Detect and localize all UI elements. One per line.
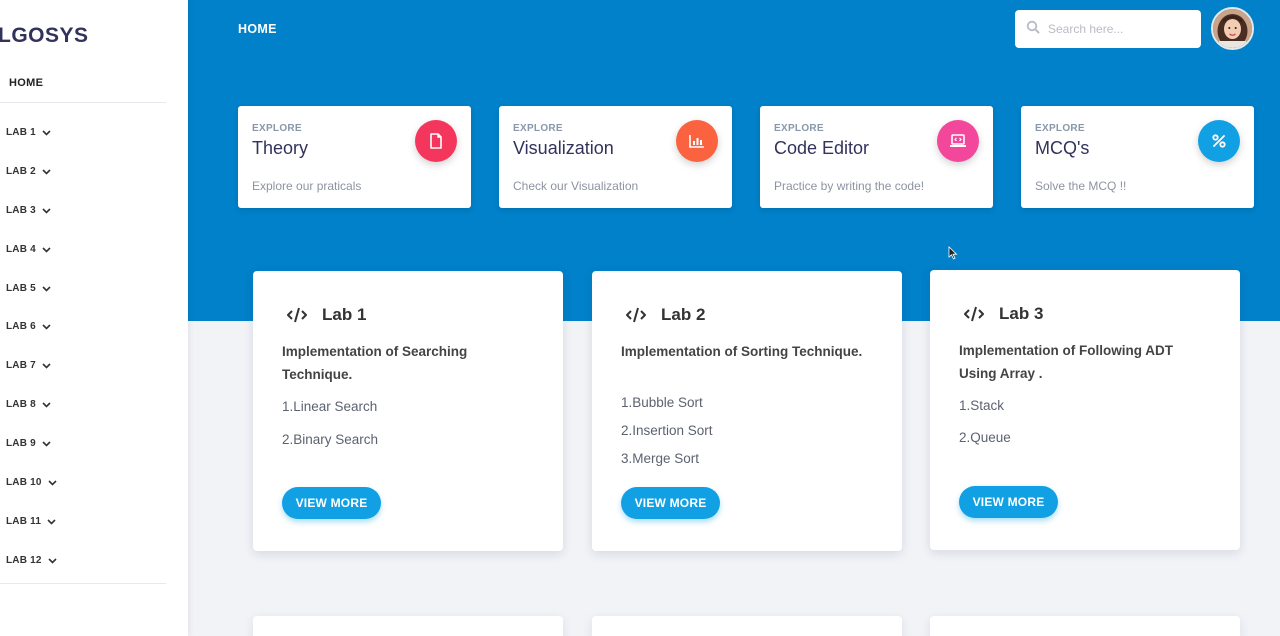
view-more-button[interactable]: VIEW MORE: [621, 487, 720, 519]
lab-topic: 1.Bubble Sort: [621, 395, 703, 410]
lab-card-3: Lab 3 Implementation of Following ADT Us…: [930, 270, 1240, 550]
chevron-down-icon: [47, 555, 58, 566]
sidebar-item-lab-6[interactable]: LAB 6: [6, 307, 58, 346]
chevron-down-icon: [41, 127, 52, 138]
stat-subtitle: Practice by writing the code!: [774, 179, 925, 193]
stat-eyebrow: EXPLORE: [252, 123, 302, 134]
laptop-code-icon: [937, 120, 979, 162]
sidebar-item-lab-5[interactable]: LAB 5: [6, 269, 58, 308]
stat-card-code-editor[interactable]: EXPLORE Code Editor Practice by writing …: [760, 106, 993, 208]
sidebar-item-label: LAB 4: [6, 243, 36, 255]
sidebar-item-label: LAB 8: [6, 399, 36, 411]
view-more-button[interactable]: VIEW MORE: [959, 486, 1058, 518]
sidebar-divider: [0, 102, 166, 103]
sidebar-divider: [0, 583, 166, 584]
code-icon: [287, 307, 307, 323]
stat-card-theory[interactable]: EXPLORE Theory Explore our praticals: [238, 106, 471, 208]
stat-card-mcq[interactable]: EXPLORE MCQ's Solve the MCQ !!: [1021, 106, 1254, 208]
lab-card-partial: [592, 616, 902, 636]
sidebar-lab-list: LAB 1 LAB 2 LAB 3 LAB 4 LAB 5 LAB 6 LAB …: [6, 113, 58, 580]
sidebar-item-lab-12[interactable]: LAB 12: [6, 541, 58, 580]
lab-topic: 2.Queue: [959, 430, 1011, 445]
sidebar-item-lab-9[interactable]: LAB 9: [6, 424, 58, 463]
search-input[interactable]: [1048, 22, 1188, 36]
breadcrumb[interactable]: HOME: [238, 22, 277, 36]
stat-eyebrow: EXPLORE: [1035, 123, 1085, 134]
chevron-down-icon: [41, 205, 52, 216]
sidebar-item-label: LAB 12: [6, 554, 42, 566]
sidebar-item-label: LAB 6: [6, 321, 36, 333]
sidebar-item-label: LAB 3: [6, 204, 36, 216]
sidebar-item-lab-3[interactable]: LAB 3: [6, 191, 58, 230]
lab-card-header: Lab 1: [287, 305, 366, 325]
view-more-button[interactable]: VIEW MORE: [282, 487, 381, 519]
sidebar-item-label: LAB 1: [6, 126, 36, 138]
chevron-down-icon: [41, 321, 52, 332]
sidebar-item-lab-10[interactable]: LAB 10: [6, 463, 58, 502]
percent-icon: [1198, 120, 1240, 162]
document-icon: [415, 120, 457, 162]
sidebar-item-lab-7[interactable]: LAB 7: [6, 346, 58, 385]
stat-card-visualization[interactable]: EXPLORE Visualization Check our Visualiz…: [499, 106, 732, 208]
chevron-down-icon: [41, 244, 52, 255]
chevron-down-icon: [47, 477, 58, 488]
lab-topic: 2.Insertion Sort: [621, 423, 713, 438]
lab-topic: 1.Stack: [959, 398, 1005, 413]
avatar[interactable]: [1211, 7, 1254, 50]
chevron-down-icon: [41, 283, 52, 294]
sidebar-item-label: LAB 5: [6, 282, 36, 294]
sidebar: LGOSYS HOME LAB 1 LAB 2 LAB 3 LAB 4 LAB …: [0, 0, 188, 636]
mouse-cursor-icon: [948, 246, 958, 260]
code-icon: [964, 306, 984, 322]
lab-description: Implementation of Following ADT Using Ar…: [959, 343, 1173, 381]
sidebar-item-label: LAB 11: [6, 515, 42, 527]
lab-topic: 2.Binary Search: [282, 432, 379, 447]
stat-eyebrow: EXPLORE: [513, 123, 563, 134]
chevron-down-icon: [41, 399, 52, 410]
sidebar-item-label: LAB 9: [6, 438, 36, 450]
lab-title: Lab 1: [322, 305, 367, 324]
sidebar-item-home[interactable]: HOME: [9, 77, 43, 89]
lab-title: Lab 2: [661, 305, 706, 324]
sidebar-item-lab-2[interactable]: LAB 2: [6, 152, 58, 191]
sidebar-item-label: LAB 7: [6, 360, 36, 372]
stat-eyebrow: EXPLORE: [774, 123, 824, 134]
code-icon: [626, 307, 646, 323]
lab-card-2: Lab 2 Implementation of Sorting Techniqu…: [592, 271, 902, 551]
lab-card-header: Lab 3: [964, 304, 1043, 324]
sidebar-item-lab-8[interactable]: LAB 8: [6, 385, 58, 424]
lab-description: Implementation of Searching Technique.: [282, 344, 468, 382]
stat-subtitle: Solve the MCQ !!: [1035, 179, 1127, 193]
lab-card-partial: [930, 616, 1240, 636]
search-box: [1015, 10, 1201, 48]
sidebar-item-label: LAB 10: [6, 476, 42, 488]
sidebar-item-lab-11[interactable]: LAB 11: [6, 502, 58, 541]
sidebar-item-label: LAB 2: [6, 165, 36, 177]
lab-card-partial: [253, 616, 563, 636]
sidebar-item-lab-1[interactable]: LAB 1: [6, 113, 58, 152]
chevron-down-icon: [41, 166, 52, 177]
stat-title: Visualization: [513, 138, 614, 158]
lab-title: Lab 3: [999, 304, 1044, 323]
chevron-down-icon: [41, 438, 52, 449]
stat-title: Code Editor: [774, 138, 870, 158]
lab-topic: 3.Merge Sort: [621, 451, 700, 466]
brand-logo[interactable]: LGOSYS: [0, 24, 89, 48]
chevron-down-icon: [46, 516, 57, 527]
sidebar-item-lab-4[interactable]: LAB 4: [6, 230, 58, 269]
stat-title: Theory: [252, 138, 309, 158]
chevron-down-icon: [41, 360, 52, 371]
lab-card-header: Lab 2: [626, 305, 705, 325]
lab-topic: 1.Linear Search: [282, 399, 378, 414]
lab-card-1: Lab 1 Implementation of Searching Techni…: [253, 271, 563, 551]
chart-bar-icon: [676, 120, 718, 162]
stat-title: MCQ's: [1035, 138, 1090, 158]
search-icon: [1026, 20, 1040, 39]
stat-subtitle: Check our Visualization: [513, 179, 639, 193]
stat-subtitle: Explore our praticals: [252, 179, 362, 193]
lab-description: Implementation of Sorting Technique.: [621, 344, 863, 359]
